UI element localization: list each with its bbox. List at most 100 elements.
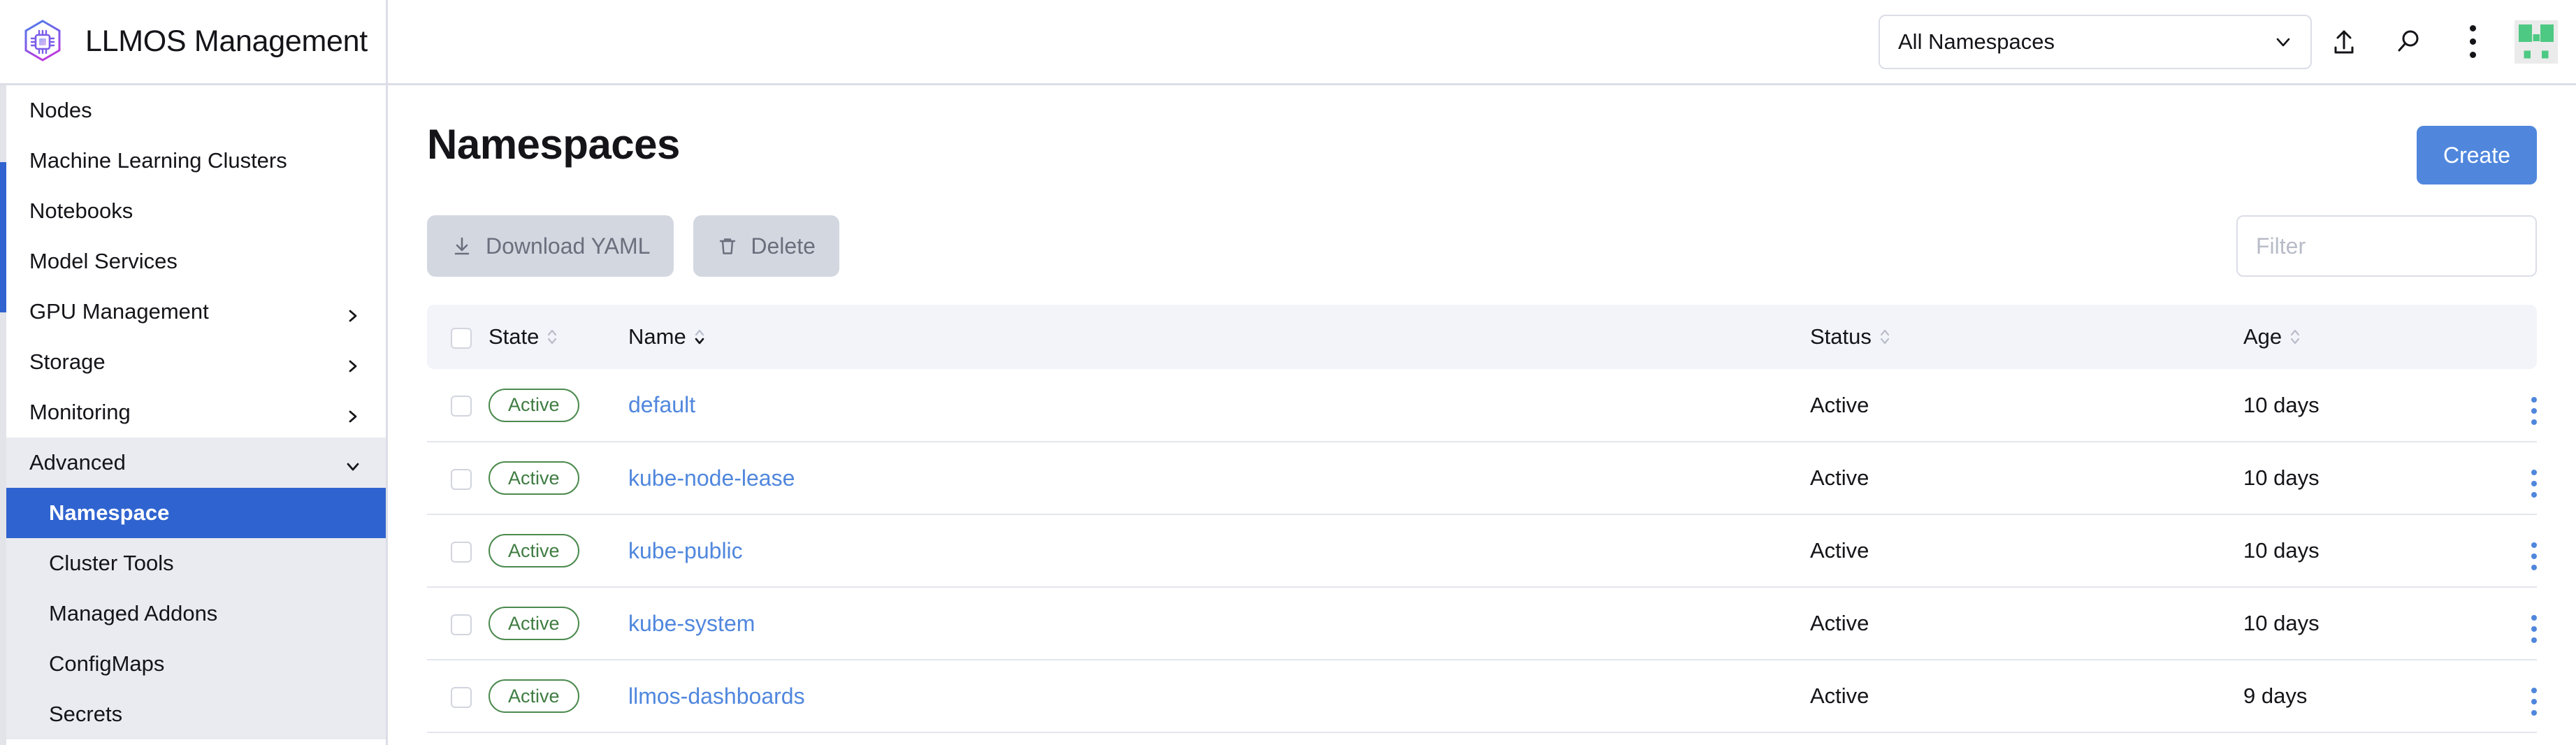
status-badge: Active	[489, 607, 579, 640]
row-status-cell: Active	[1810, 369, 2243, 442]
row-checkbox[interactable]	[451, 396, 472, 417]
column-header-name[interactable]: Name	[628, 305, 1810, 369]
column-header-age[interactable]: Age	[2243, 305, 2453, 369]
row-actions-cell	[2453, 587, 2537, 660]
kebab-menu-icon	[2469, 22, 2476, 62]
sidebar-item-label: Machine Learning Clusters	[29, 148, 287, 173]
row-overflow-menu-icon[interactable]	[2531, 467, 2537, 500]
sidebar-item-notebooks[interactable]: Notebooks	[0, 186, 386, 236]
row-select-cell	[427, 514, 489, 588]
status-badge: Active	[489, 388, 579, 422]
header-actions: All Namespaces	[1879, 0, 2576, 83]
sidebar-item-model-services[interactable]: Model Services	[0, 236, 386, 287]
sidebar-item-configmaps[interactable]: ConfigMaps	[0, 639, 386, 689]
sidebar-item-nodes[interactable]: Nodes	[0, 85, 386, 136]
chevron-right-icon	[345, 304, 361, 322]
sidebar-item-namespace[interactable]: Namespace	[0, 488, 386, 538]
table-row[interactable]: Active kube-system Active 10 days	[427, 587, 2537, 660]
namespace-link[interactable]: kube-system	[628, 611, 755, 636]
sidebar-item-secrets[interactable]: Secrets	[0, 689, 386, 739]
app-title: LLMOS Management	[85, 24, 368, 58]
sidebar-item-label: ConfigMaps	[49, 651, 165, 676]
sidebar-item-label: Namespace	[49, 500, 170, 525]
app-root: LLMOS Management All Namespaces Nodes Ma…	[0, 0, 2576, 745]
upload-icon[interactable]	[2312, 10, 2376, 74]
namespaces-table: State Name Status Age Active default Act…	[427, 305, 2537, 733]
row-checkbox[interactable]	[451, 686, 472, 708]
delete-label: Delete	[751, 233, 816, 259]
download-icon	[451, 235, 473, 257]
row-overflow-menu-icon[interactable]	[2531, 612, 2537, 646]
row-checkbox[interactable]	[451, 614, 472, 635]
sidebar-item-advanced[interactable]: Advanced	[0, 437, 386, 488]
namespace-selector[interactable]: All Namespaces	[1879, 14, 2312, 69]
status-badge: Active	[489, 534, 579, 567]
header-overflow-menu[interactable]	[2440, 10, 2505, 74]
row-state-cell: Active	[489, 514, 628, 588]
status-badge: Active	[489, 461, 579, 495]
row-checkbox[interactable]	[451, 541, 472, 563]
download-yaml-label: Download YAML	[486, 233, 651, 259]
download-yaml-button[interactable]: Download YAML	[427, 215, 674, 277]
brand[interactable]: LLMOS Management	[0, 0, 388, 83]
sort-icon	[545, 326, 559, 348]
row-overflow-menu-icon[interactable]	[2531, 540, 2537, 573]
chevron-right-icon	[345, 405, 361, 423]
row-state-cell: Active	[489, 660, 628, 733]
select-all-header	[427, 305, 489, 369]
row-select-cell	[427, 369, 489, 442]
row-age-cell: 10 days	[2243, 442, 2453, 515]
row-overflow-menu-icon[interactable]	[2531, 685, 2537, 718]
page-header: Namespaces Create	[427, 85, 2537, 185]
filter-input[interactable]	[2236, 215, 2537, 277]
row-checkbox[interactable]	[451, 468, 472, 490]
table-toolbar: Download YAML Delete	[427, 215, 2537, 277]
sidebar-item-managed-addons[interactable]: Managed Addons	[0, 588, 386, 639]
row-actions-cell	[2453, 660, 2537, 733]
table-row[interactable]: Active kube-public Active 10 days	[427, 514, 2537, 588]
sidebar-item-monitoring[interactable]: Monitoring	[0, 387, 386, 437]
user-avatar-identicon[interactable]	[2515, 20, 2558, 64]
row-actions-cell	[2453, 442, 2537, 515]
sidebar-scrollbar-thumb[interactable]	[0, 162, 6, 312]
column-label-name: Name	[628, 324, 686, 349]
row-status-cell: Active	[1810, 660, 2243, 733]
row-state-cell: Active	[489, 442, 628, 515]
row-age-cell: 9 days	[2243, 660, 2453, 733]
row-age-cell: 10 days	[2243, 587, 2453, 660]
delete-button[interactable]: Delete	[693, 215, 839, 277]
status-badge: Active	[489, 679, 579, 713]
sidebar-item-label: Cluster Tools	[49, 551, 174, 575]
row-status-cell: Active	[1810, 442, 2243, 515]
column-label-state: State	[489, 324, 540, 349]
sidebar-item-machine-learning-clusters[interactable]: Machine Learning Clusters	[0, 136, 386, 186]
sidebar-scrollbar[interactable]	[0, 85, 6, 745]
sidebar-item-storage[interactable]: Storage	[0, 337, 386, 387]
sidebar-item-label: Managed Addons	[49, 601, 218, 625]
sidebar-item-gpu-management[interactable]: GPU Management	[0, 287, 386, 337]
table-row[interactable]: Active llmos-dashboards Active 9 days	[427, 660, 2537, 733]
column-header-status[interactable]: Status	[1810, 305, 2243, 369]
row-name-cell: default	[628, 369, 1810, 442]
sidebar-item-label: Nodes	[29, 98, 92, 122]
namespace-link[interactable]: kube-public	[628, 538, 743, 563]
page-title: Namespaces	[427, 121, 680, 168]
search-icon[interactable]	[2376, 10, 2440, 74]
sidebar-nav: Nodes Machine Learning Clusters Notebook…	[0, 85, 386, 739]
column-label-status: Status	[1810, 324, 1872, 349]
create-button[interactable]: Create	[2416, 126, 2537, 185]
namespace-link[interactable]: kube-node-lease	[628, 465, 795, 491]
row-select-cell	[427, 587, 489, 660]
select-all-checkbox[interactable]	[451, 327, 472, 349]
namespace-link[interactable]: default	[628, 392, 695, 417]
sort-icon	[1878, 326, 1892, 348]
namespace-link[interactable]: llmos-dashboards	[628, 683, 805, 709]
main-content: Namespaces Create Download YAML Delete F…	[388, 85, 2576, 745]
row-name-cell: kube-public	[628, 514, 1810, 588]
sidebar-item-label: Monitoring	[29, 400, 131, 424]
sidebar-item-cluster-tools[interactable]: Cluster Tools	[0, 538, 386, 588]
table-row[interactable]: Active kube-node-lease Active 10 days	[427, 442, 2537, 515]
table-row[interactable]: Active default Active 10 days	[427, 369, 2537, 442]
column-header-state[interactable]: State	[489, 305, 628, 369]
row-overflow-menu-icon[interactable]	[2531, 394, 2537, 428]
